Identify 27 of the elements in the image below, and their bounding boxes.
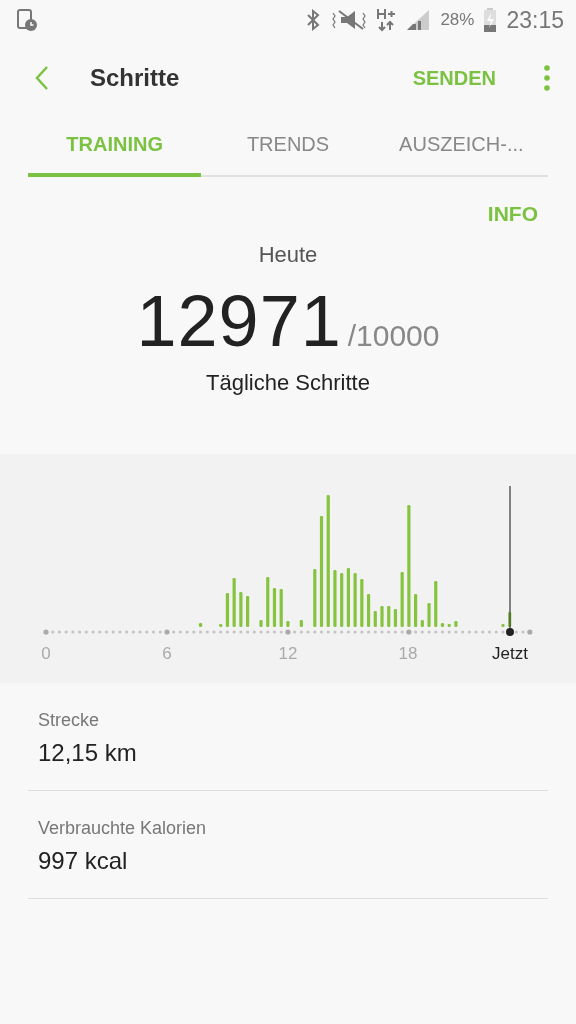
- axis-label: 12: [278, 644, 298, 663]
- now-marker: [506, 628, 514, 636]
- axis-label: 18: [398, 644, 418, 663]
- tab[interactable]: AUSZEICH-...: [374, 116, 548, 177]
- clock-time: 23:15: [506, 6, 564, 34]
- bluetooth-icon: [306, 9, 321, 31]
- stat-label: Strecke: [38, 710, 101, 731]
- axis-label: 0: [41, 644, 51, 663]
- battery-charging-icon: [483, 7, 498, 33]
- axis-label: Jetzt: [492, 644, 528, 663]
- step-count: 12971: [136, 280, 342, 362]
- stat-value: 12,15 km: [38, 739, 138, 767]
- tab[interactable]: TRENDS: [201, 116, 375, 177]
- battery-percentage: 28%: [440, 10, 475, 30]
- send-button[interactable]: SENDEN: [412, 66, 496, 90]
- tablet-clock-icon: [16, 9, 38, 31]
- stat-value: 997 kcal: [38, 847, 129, 875]
- mobile-data-icon: [376, 7, 397, 33]
- tab[interactable]: TRAINING: [28, 116, 202, 177]
- signal-icon: [405, 8, 432, 32]
- axis-label: 6: [162, 644, 172, 663]
- steps-caption: Tägliche Schritte: [206, 370, 370, 396]
- period-label: Heute: [258, 242, 318, 268]
- page-title: Schritte: [90, 64, 181, 92]
- info-link[interactable]: INFO: [487, 202, 538, 226]
- stat-label: Verbrauchte Kalorien: [38, 818, 208, 839]
- step-goal: /10000: [347, 319, 440, 353]
